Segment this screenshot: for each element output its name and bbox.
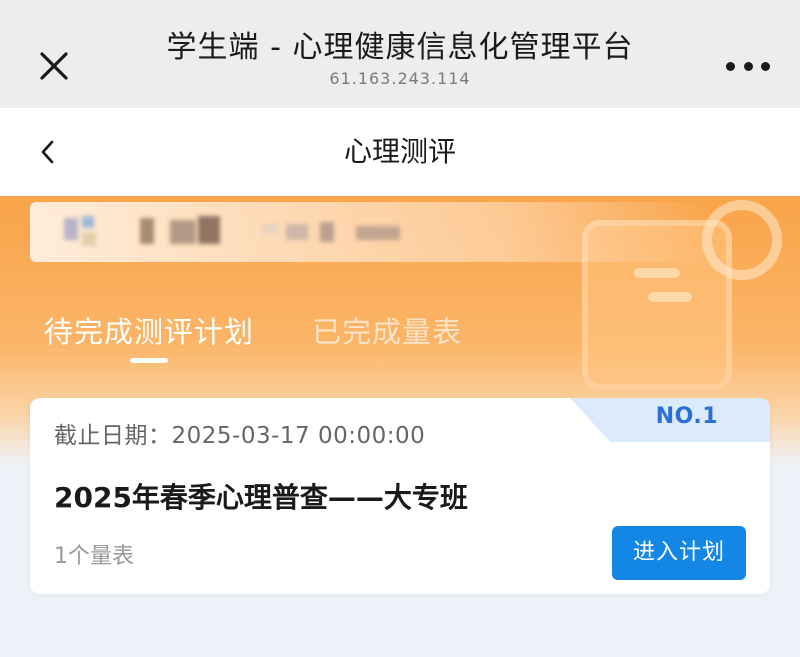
tab-completed-scales[interactable]: 已完成量表 <box>312 312 462 352</box>
scale-count: 1个量表 <box>54 544 134 569</box>
active-tab-indicator <box>130 358 168 363</box>
close-icon[interactable] <box>34 46 74 86</box>
plan-title: 2025年春季心理普查——大专班 <box>54 481 468 514</box>
plan-card[interactable]: NO.1 截止日期：2025-03-17 00:00:00 2025年春季心理普… <box>30 398 770 594</box>
more-dots-icon[interactable] <box>726 56 770 76</box>
browser-top-bar: 学生端 - 心理健康信息化管理平台 61.163.243.114 <box>0 0 800 108</box>
rank-badge: NO.1 <box>570 398 770 442</box>
enter-plan-button[interactable]: 进入计划 <box>612 526 746 580</box>
clock-illustration <box>702 200 782 280</box>
tab-pending-plans[interactable]: 待完成测评计划 <box>44 312 254 352</box>
app-title: 学生端 - 心理健康信息化管理平台 <box>166 30 634 65</box>
page-title: 心理测评 <box>343 135 456 168</box>
user-info-blurred <box>30 202 710 262</box>
rank-badge-text: NO.1 <box>655 404 718 429</box>
page-url: 61.163.243.114 <box>329 69 471 88</box>
nav-bar: 心理测评 <box>0 108 800 196</box>
browser-title-block: 学生端 - 心理健康信息化管理平台 61.163.243.114 <box>120 28 680 90</box>
page: 学生端 - 心理健康信息化管理平台 61.163.243.114 心理测评 待完… <box>0 0 800 657</box>
deadline-text: 截止日期：2025-03-17 00:00:00 <box>54 423 426 449</box>
